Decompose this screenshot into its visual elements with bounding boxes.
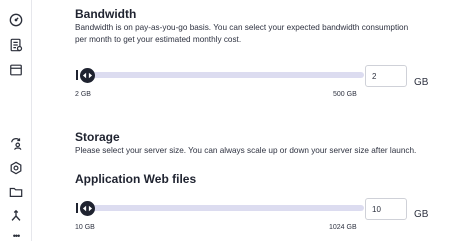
- app-files-title: Application Web files: [75, 172, 197, 186]
- arrows-horizontal-icon: [82, 72, 92, 78]
- bandwidth-unit: GB: [414, 77, 429, 88]
- app-files-slider-handle[interactable]: [79, 200, 95, 216]
- bandwidth-slider-handle[interactable]: [79, 67, 95, 83]
- storage-title: Storage: [75, 130, 120, 144]
- user-sync-icon[interactable]: [8, 136, 24, 152]
- app-files-slider-track[interactable]: [83, 205, 364, 211]
- folder-icon[interactable]: [8, 184, 24, 200]
- app-files-unit: GB: [414, 209, 429, 220]
- bandwidth-min-label: 2 GB: [75, 91, 91, 98]
- main-content: Bandwidth Bandwidth is on pay-as-you-go …: [75, 0, 470, 241]
- more-icon[interactable]: •••: [8, 228, 24, 244]
- bandwidth-max-label: 500 GB: [333, 91, 357, 98]
- app-files-min-label: 10 GB: [75, 224, 95, 231]
- storage-description: Please select your server size. You can …: [75, 146, 417, 155]
- server-list-icon[interactable]: [8, 37, 24, 53]
- sidebar: •••: [0, 0, 32, 241]
- window-icon[interactable]: [8, 62, 24, 78]
- settings-icon[interactable]: [8, 160, 24, 176]
- bandwidth-slider-track[interactable]: [83, 72, 364, 78]
- bandwidth-description: Bandwidth is on pay-as-you-go basis. You…: [75, 23, 409, 44]
- branch-icon[interactable]: [8, 208, 24, 224]
- bandwidth-input[interactable]: [365, 65, 407, 87]
- app-files-max-label: 1024 GB: [329, 224, 357, 231]
- bandwidth-title: Bandwidth: [75, 7, 137, 21]
- arrows-horizontal-icon: [82, 205, 92, 211]
- bandwidth-slider-min-tick: [76, 70, 78, 80]
- app-files-input[interactable]: [365, 198, 407, 220]
- gauge-icon[interactable]: [8, 12, 24, 28]
- app-files-slider-min-tick: [76, 203, 78, 213]
